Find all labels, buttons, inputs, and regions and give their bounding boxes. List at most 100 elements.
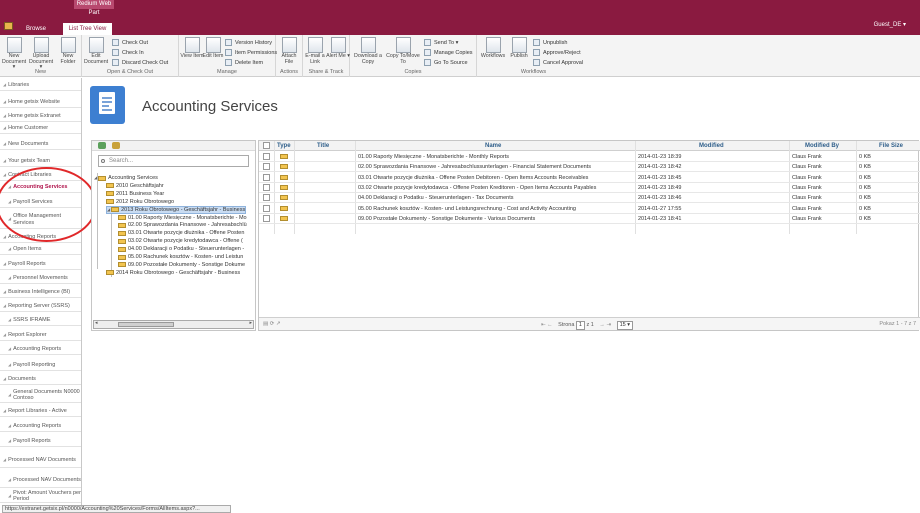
tab-list-tree-view[interactable]: List Tree View — [63, 23, 112, 35]
column-file-size[interactable]: File Size — [879, 142, 903, 150]
tree-node[interactable]: 09.00 Pozostałe Dokumenty - Sonstige Dok… — [118, 261, 245, 269]
scrollbar-thumb[interactable] — [118, 322, 174, 327]
pager-first-prev[interactable]: ⇤ ← — [541, 322, 553, 328]
tree-search-input[interactable]: Search... — [98, 155, 249, 167]
cell-name[interactable]: 04.00 Deklaracji o Podatku - Steuerunter… — [358, 194, 514, 202]
workflows-button[interactable]: Workflows — [479, 37, 507, 60]
row-checkbox[interactable] — [263, 183, 270, 191]
version-history-button[interactable]: Version History — [225, 39, 272, 46]
nav-item[interactable]: ◢ Payroll Reports — [0, 436, 81, 447]
nav-item[interactable]: ◢ Contract Libraries — [0, 170, 81, 181]
edit-item-button[interactable]: Edit Item — [201, 37, 225, 60]
nav-item[interactable]: ◢ Your getsix Team — [0, 156, 81, 167]
tab-browse[interactable]: Browse — [26, 23, 46, 35]
manage-copies-button[interactable]: Manage Copies — [424, 49, 473, 56]
edit-document-button[interactable]: Edit Document — [84, 37, 108, 65]
new-folder-button[interactable]: New Folder — [56, 37, 80, 65]
item-permissions-button[interactable]: Item Permissions — [225, 49, 277, 56]
tree-node[interactable]: ◢ 2013 Roku Obrotowego - Geschäftsjahr - … — [106, 205, 247, 214]
site-actions-icon[interactable] — [4, 22, 13, 30]
cell-name[interactable]: 01.00 Raporty Miesięczne - Monatsbericht… — [358, 153, 509, 161]
nav-item[interactable]: ◢ Pivot: Amount Vouchers per Period — [0, 490, 81, 503]
check-in-button[interactable]: Check In — [112, 49, 144, 56]
tree-node[interactable]: 03.02 Otwarte pozycje kredytodawca - Off… — [118, 237, 243, 245]
nav-item[interactable]: ◢ Accounting Reports — [0, 232, 81, 243]
attach-file-button[interactable]: Attach File — [277, 37, 301, 65]
pager-next-last[interactable]: → ⇥ — [599, 322, 611, 328]
approve-reject-button[interactable]: Approve/Reject — [533, 49, 581, 56]
cancel-approval-button[interactable]: Cancel Approval — [533, 59, 583, 66]
cell-name[interactable]: 03.02 Otwarte pozycje kredytodawca - Off… — [358, 184, 596, 192]
new-document-button[interactable]: New Document ▾ — [2, 37, 26, 71]
tree-node[interactable]: 02.00 Sprawozdania Finansowe - Jahresabs… — [118, 221, 247, 229]
nav-item[interactable]: ◢ Payroll Reporting — [0, 360, 81, 371]
tree-node[interactable]: ◢ Accounting Services — [94, 174, 158, 182]
table-row[interactable]: 02.00 Sprawozdania Finansowe - Jahresabs… — [259, 162, 920, 173]
go-to-source-button[interactable]: Go To Source — [424, 59, 468, 66]
nav-item[interactable]: ◢ Report Explorer — [0, 330, 81, 341]
tree-node[interactable]: 05.00 Rachunek kosztów - Kosten- und Lei… — [118, 253, 243, 261]
nav-item[interactable]: ◢ Open Items — [0, 244, 81, 255]
table-row[interactable]: 04.00 Deklaracji o Podatku - Steuerunter… — [259, 193, 920, 204]
discard-check-out-button[interactable]: Discard Check Out — [112, 59, 168, 66]
nav-item[interactable]: ◢ Accounting Reports — [0, 421, 81, 432]
nav-item[interactable]: ◢ Payroll Services — [0, 197, 81, 208]
nav-item[interactable]: ◢ Payroll Reports — [0, 259, 81, 270]
tree-node[interactable]: 03.01 Otwarte pozycje dłużnika - Offene … — [118, 229, 244, 237]
nav-item[interactable]: ◢ New Documents — [0, 139, 81, 150]
expand-all-icon[interactable] — [112, 142, 120, 149]
nav-item[interactable]: ◢ SSRS IFRAME — [0, 315, 81, 326]
row-checkbox[interactable] — [263, 163, 270, 171]
table-row[interactable]: 03.02 Otwarte pozycje kredytodawca - Off… — [259, 183, 920, 193]
expand-toggle-icon[interactable]: ◢ — [107, 206, 110, 214]
nav-item[interactable]: ◢ Processed NAV Documents — [0, 473, 81, 488]
refresh-icon[interactable] — [98, 142, 106, 149]
unpublish-button[interactable]: Unpublish — [533, 39, 567, 46]
nav-item[interactable]: ◢ Personnel Movements — [0, 273, 81, 284]
tree-node[interactable]: 2012 Roku Obrotowego — [106, 198, 174, 206]
cell-name[interactable]: 02.00 Sprawozdania Finansowe - Jahresabs… — [358, 163, 591, 171]
copy-to-move-to-button[interactable]: Copy To/Move To — [386, 37, 420, 65]
nav-item[interactable]: ◢ General Documents N0000 Contoso — [0, 388, 81, 403]
check-out-button[interactable]: Check Out — [112, 39, 148, 46]
nav-item[interactable]: ◢ Accounting Services — [0, 182, 81, 193]
tree-node[interactable]: 2011 Business Year — [106, 190, 164, 198]
nav-item[interactable]: ◢ Home getsix Extranet — [0, 111, 81, 122]
pager-tool-icons[interactable]: ▤ ⟳ ↗ — [263, 321, 280, 328]
tree-node[interactable]: 04.00 Deklaracji o Podatku - Steuerunter… — [118, 245, 244, 253]
nav-item[interactable]: ◢ Accounting Reports — [0, 344, 81, 355]
email-link-button[interactable]: E-mail a Link — [303, 37, 327, 65]
table-row[interactable]: 01.00 Raporty Miesięczne - Monatsbericht… — [259, 152, 920, 162]
send-to-button[interactable]: Send To ▾ — [424, 39, 458, 46]
download-copy-button[interactable]: Download a Copy — [352, 37, 384, 65]
column-name[interactable]: Name — [485, 142, 501, 150]
row-checkbox[interactable] — [263, 153, 270, 160]
column-type[interactable]: Type — [277, 142, 291, 150]
user-menu[interactable]: Guest_DE ▾ — [874, 21, 906, 28]
table-row[interactable]: 03.01 Otwarte pozycje dłużnika - Offene … — [259, 173, 920, 183]
nav-item[interactable]: ◢ Documents — [0, 374, 81, 385]
nav-item[interactable]: ◢ Business Intelligence (BI) — [0, 287, 81, 298]
row-checkbox[interactable] — [263, 194, 270, 202]
upload-document-button[interactable]: Upload Document ▾ — [29, 37, 53, 71]
page-size-select[interactable]: 15 ▾ — [616, 321, 633, 330]
column-modified[interactable]: Modified — [699, 142, 724, 150]
alert-me-button[interactable]: Alert Me ▾ — [326, 37, 350, 60]
column-modified-by[interactable]: Modified By — [805, 142, 839, 150]
tree-horizontal-scrollbar[interactable]: ◂ ▸ — [93, 320, 254, 329]
row-checkbox[interactable] — [263, 173, 270, 181]
pager-page-input[interactable]: 1 — [575, 321, 585, 330]
column-title[interactable]: Title — [317, 142, 329, 150]
row-checkbox[interactable] — [263, 204, 270, 212]
table-row[interactable]: 09.00 Pozostałe Dokumenty - Sonstige Dok… — [259, 214, 920, 224]
publish-button[interactable]: Publish — [507, 37, 531, 60]
cell-name[interactable]: 09.00 Pozostałe Dokumenty - Sonstige Dok… — [358, 215, 535, 223]
nav-item[interactable]: ◢ Libraries — [0, 80, 81, 91]
tree-node[interactable]: 01.00 Raporty Miesięczne - Monatsbericht… — [118, 214, 247, 222]
nav-item[interactable]: ◢ Home getsix Website — [0, 97, 81, 108]
nav-item[interactable]: ◢ Home Customer — [0, 123, 81, 134]
nav-item[interactable]: ◢ Reporting Server (SSRS) — [0, 301, 81, 312]
scroll-left-arrow[interactable]: ◂ — [95, 320, 98, 326]
tree-node[interactable]: 2010 Geschäftsjahr — [106, 182, 164, 190]
scroll-right-arrow[interactable]: ▸ — [249, 320, 252, 326]
